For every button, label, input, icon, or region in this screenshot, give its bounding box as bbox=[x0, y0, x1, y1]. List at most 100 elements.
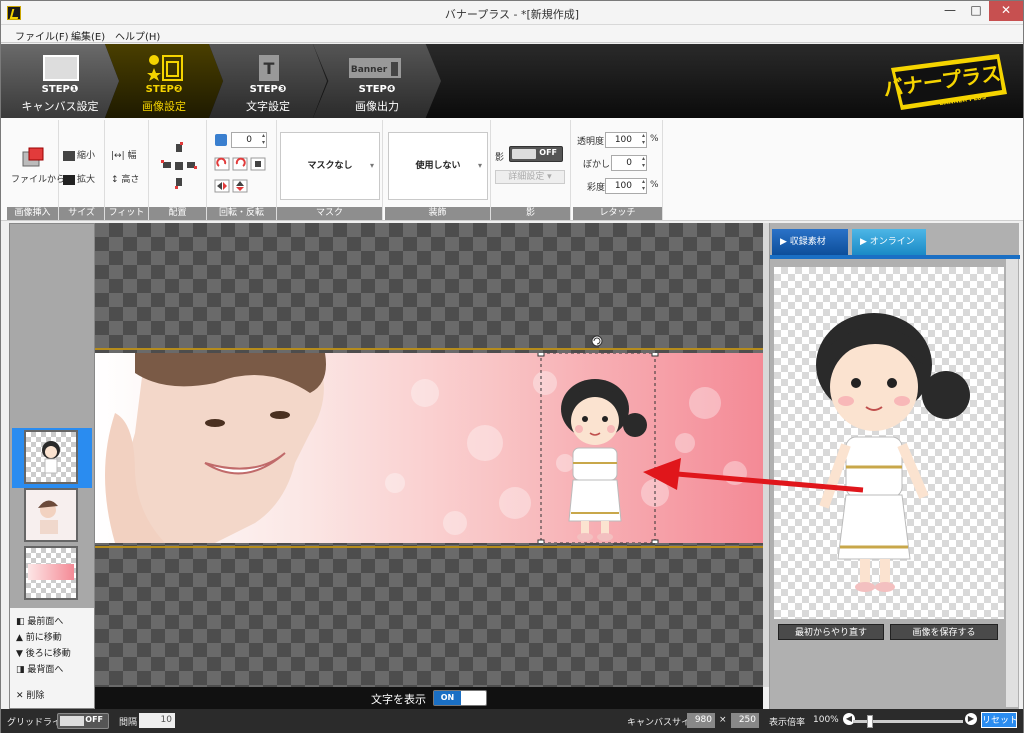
opacity-label: 透明度 bbox=[577, 137, 605, 147]
redo-from-start-button[interactable]: 最初からやり直す bbox=[778, 624, 884, 640]
shrink-button[interactable]: 縮小 bbox=[63, 148, 95, 161]
banner-canvas[interactable] bbox=[95, 353, 763, 543]
canvas-area[interactable] bbox=[95, 223, 763, 687]
group-title: 装飾 bbox=[385, 207, 490, 220]
svg-text:T: T bbox=[264, 59, 275, 78]
close-button[interactable]: ✕ bbox=[989, 1, 1023, 21]
group-rotate-flip: 0 回転・反転 bbox=[207, 120, 277, 220]
group-shadow: 影 OFF 詳細設定 ▾ 影 bbox=[491, 120, 571, 220]
toggle-knob bbox=[512, 149, 536, 159]
interval-input[interactable]: 10 bbox=[139, 713, 175, 728]
layer-thumb-background[interactable] bbox=[24, 546, 78, 600]
delete-layer-button[interactable]: ✕ 削除 bbox=[16, 688, 44, 701]
step-bar: STEP❶ キャンバス設定 STEP❷ 画像設定 T STEP❸ 文字設定 Ba… bbox=[1, 44, 1023, 118]
menu-bar: ファイル(F) 編集(E) ヘルプ(H) bbox=[1, 25, 1023, 43]
character-preview-image bbox=[816, 313, 970, 592]
zoom-value: 100% bbox=[813, 715, 839, 725]
group-placement: 配置 bbox=[149, 120, 207, 220]
insert-image-icon bbox=[22, 147, 44, 167]
asset-preview[interactable] bbox=[774, 267, 1004, 619]
step-label: 画像設定 bbox=[142, 100, 186, 113]
blur-input[interactable]: 0 bbox=[611, 155, 647, 171]
banner-plus-logo: バナープラス BANNER PLUS bbox=[882, 54, 1007, 110]
bring-to-front-icon: ◧ bbox=[16, 617, 28, 627]
zoom-slider-knob[interactable] bbox=[867, 715, 873, 728]
group-image-insert: ファイルから 画像挿入 bbox=[7, 120, 65, 220]
saturation-label: 彩度 bbox=[587, 183, 606, 193]
move-backward-button[interactable]: ▼ 後ろに移動 bbox=[16, 646, 71, 659]
shadow-detail-button[interactable]: 詳細設定 ▾ bbox=[495, 170, 565, 184]
move-forward-button[interactable]: ▲ 前に移動 bbox=[16, 630, 62, 643]
asset-panel-scrollbar[interactable] bbox=[1006, 259, 1018, 707]
menu-help[interactable]: ヘルプ(H) bbox=[115, 28, 160, 43]
canvas-guide-top bbox=[95, 348, 763, 350]
rotate-flip-buttons-icon[interactable] bbox=[213, 156, 269, 200]
text-display-toggle[interactable]: ON bbox=[433, 690, 487, 706]
fit-height-icon: ↕ bbox=[111, 175, 119, 185]
tab-registered-assets[interactable]: ▶ 収録素材 bbox=[772, 229, 848, 255]
from-file-button[interactable]: ファイルから bbox=[11, 172, 65, 185]
save-image-button[interactable]: 画像を保存する bbox=[890, 624, 998, 640]
saturation-input[interactable]: 100 bbox=[605, 178, 647, 194]
step-text-settings[interactable]: T STEP❸ 文字設定 bbox=[209, 44, 327, 118]
layer-thumb-character[interactable] bbox=[24, 430, 78, 484]
menu-file[interactable]: ファイル(F) bbox=[15, 28, 69, 43]
minimize-button[interactable]: — bbox=[937, 1, 963, 21]
opacity-input[interactable]: 100 bbox=[605, 132, 647, 148]
step-image-settings[interactable]: STEP❷ 画像設定 bbox=[105, 44, 223, 118]
status-bar: グリッドライン OFF 間隔 10 キャンバスサイズ 980 × 250 表示倍… bbox=[1, 709, 1023, 733]
send-to-back-button[interactable]: ◨ 最背面へ bbox=[16, 662, 63, 675]
step-number: STEP❹ bbox=[358, 84, 396, 95]
layer-action-list: ◧ 最前面へ ▲ 前に移動 ▼ 後ろに移動 ◨ 最背面へ ✕ 削除 bbox=[10, 608, 94, 708]
step-label: 文字設定 bbox=[246, 100, 290, 113]
enlarge-button[interactable]: 拡大 bbox=[63, 172, 95, 185]
enlarge-icon bbox=[63, 174, 75, 185]
shadow-toggle[interactable]: OFF bbox=[509, 146, 563, 162]
canvas-height-value: 250 bbox=[731, 713, 759, 728]
banner-artwork bbox=[105, 353, 747, 543]
canvas-guide-bottom bbox=[95, 546, 763, 548]
drag-arrow-annotation bbox=[643, 458, 864, 493]
group-size: 縮小 拡大 サイズ bbox=[59, 120, 105, 220]
step-image-output[interactable]: Banner STEP❹ 画像出力 bbox=[313, 44, 441, 118]
mask-dropdown[interactable]: マスクなし bbox=[280, 132, 380, 200]
ribbon-toolbar: ファイルから 画像挿入 縮小 拡大 サイズ |↔| 幅 ↕ 高さ フィット 配置… bbox=[1, 118, 1023, 221]
photo-thumb-icon bbox=[38, 500, 58, 534]
bring-to-front-button[interactable]: ◧ 最前面へ bbox=[16, 614, 63, 627]
tab-online[interactable]: ▶ オンライン bbox=[852, 229, 926, 255]
group-title: サイズ bbox=[59, 207, 104, 220]
fit-width-button[interactable]: |↔| 幅 bbox=[111, 148, 137, 161]
rotate-handle-icon[interactable] bbox=[591, 335, 603, 347]
group-title: 配置 bbox=[149, 207, 206, 220]
shadow-label: 影 bbox=[495, 153, 505, 163]
step-number: STEP❸ bbox=[249, 84, 287, 95]
blur-label: ぼかし bbox=[583, 160, 611, 170]
toggle-state: OFF bbox=[539, 148, 557, 157]
zoom-out-icon[interactable]: ◀ bbox=[843, 713, 855, 725]
zoom-in-icon[interactable]: ▶ bbox=[965, 713, 977, 725]
text-display-bar: 文字を表示 ON bbox=[95, 687, 763, 709]
decoration-dropdown[interactable]: 使用しない bbox=[388, 132, 488, 200]
tab-underline bbox=[770, 255, 1020, 259]
shrink-icon bbox=[63, 150, 75, 161]
group-title: 影 bbox=[491, 207, 570, 220]
fit-height-button[interactable]: ↕ 高さ bbox=[111, 172, 139, 185]
group-retouch: 透明度 100 % ぼかし 0 彩度 100 % レタッチ bbox=[573, 120, 663, 220]
step-number: STEP❷ bbox=[145, 84, 183, 95]
zoom-reset-button[interactable]: リセット bbox=[981, 712, 1018, 728]
group-fit: |↔| 幅 ↕ 高さ フィット bbox=[105, 120, 149, 220]
canvas-width-value: 980 bbox=[687, 713, 715, 728]
maximize-button[interactable]: □ bbox=[963, 1, 989, 21]
group-title: 画像挿入 bbox=[7, 207, 58, 220]
step-number: STEP❶ bbox=[41, 84, 79, 95]
background-thumb-strip bbox=[28, 564, 74, 580]
rotate-angle-input[interactable]: 0 bbox=[231, 132, 267, 148]
step-canvas-settings[interactable]: STEP❶ キャンバス設定 bbox=[1, 44, 119, 118]
menu-edit[interactable]: 編集(E) bbox=[71, 28, 105, 43]
layer-thumb-woman-photo[interactable] bbox=[24, 488, 78, 542]
grid-toggle[interactable]: OFF bbox=[57, 713, 109, 729]
delete-x-icon: ✕ bbox=[16, 691, 27, 701]
interval-label: 間隔 bbox=[119, 718, 138, 728]
rotate-angle-icon bbox=[215, 134, 227, 146]
placement-grid-icon[interactable] bbox=[161, 142, 197, 190]
